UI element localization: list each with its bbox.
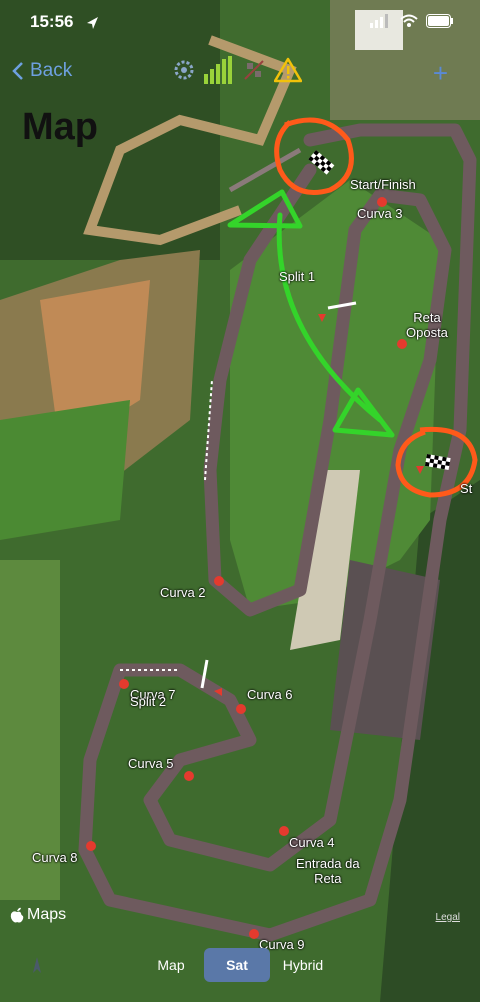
marker-reta-oposta[interactable] — [397, 339, 407, 349]
label-curva2: Curva 2 — [160, 585, 206, 600]
label-curva8: Curva 8 — [32, 850, 78, 865]
chevron-left-icon — [12, 62, 23, 80]
status-bar: 15:56 — [0, 0, 480, 44]
map-type-map[interactable]: Map — [138, 948, 204, 982]
label-reta-oposta: Reta Oposta — [406, 310, 448, 340]
label-curva3: Curva 3 — [357, 206, 403, 221]
map-type-hybrid[interactable]: Hybrid — [270, 948, 336, 982]
marker-curva5[interactable] — [184, 771, 194, 781]
maps-label: Maps — [27, 906, 67, 923]
label-split1: Split 1 — [279, 269, 316, 284]
back-label: Back — [30, 60, 73, 81]
label-curva5: Curva 5 — [128, 756, 174, 771]
legal-link[interactable]: Legal — [436, 912, 460, 923]
wifi-icon — [400, 14, 418, 27]
map-type-selector: Map Sat Hybrid — [138, 948, 336, 982]
status-time: 15:56 — [30, 12, 74, 31]
apple-logo-icon — [10, 907, 24, 923]
marker-curva4[interactable] — [279, 826, 289, 836]
label-split2: Split 2 — [130, 694, 167, 709]
satellite-off-icon[interactable] — [242, 58, 266, 82]
back-button[interactable]: Back — [12, 60, 72, 82]
marker-curva7[interactable] — [119, 679, 129, 689]
apple-maps-attribution: Maps — [10, 906, 66, 924]
label-curva6: Curva 6 — [247, 687, 293, 702]
label-st: St — [460, 481, 473, 496]
label-curva4: Curva 4 — [289, 835, 335, 850]
marker-curva9[interactable] — [249, 929, 259, 939]
cellular-signal-icon — [370, 14, 388, 28]
battery-icon — [426, 14, 453, 28]
location-arrow-icon — [87, 17, 98, 29]
warning-icon[interactable] — [274, 57, 302, 83]
page-title: Map — [22, 106, 98, 148]
gear-icon[interactable] — [172, 58, 196, 82]
toolbar-icons — [172, 56, 302, 84]
marker-curva8[interactable] — [86, 841, 96, 851]
map-type-sat[interactable]: Sat — [204, 948, 270, 982]
signal-bars-icon[interactable] — [204, 56, 234, 84]
label-start-finish: Start/Finish — [350, 177, 416, 192]
marker-curva6[interactable] — [236, 704, 246, 714]
status-icons — [370, 14, 454, 28]
compass-icon[interactable] — [28, 956, 46, 974]
marker-curva2[interactable] — [214, 576, 224, 586]
label-entrada-da-reta: Entrada da Reta — [296, 856, 360, 886]
add-button[interactable]: + — [433, 58, 448, 89]
